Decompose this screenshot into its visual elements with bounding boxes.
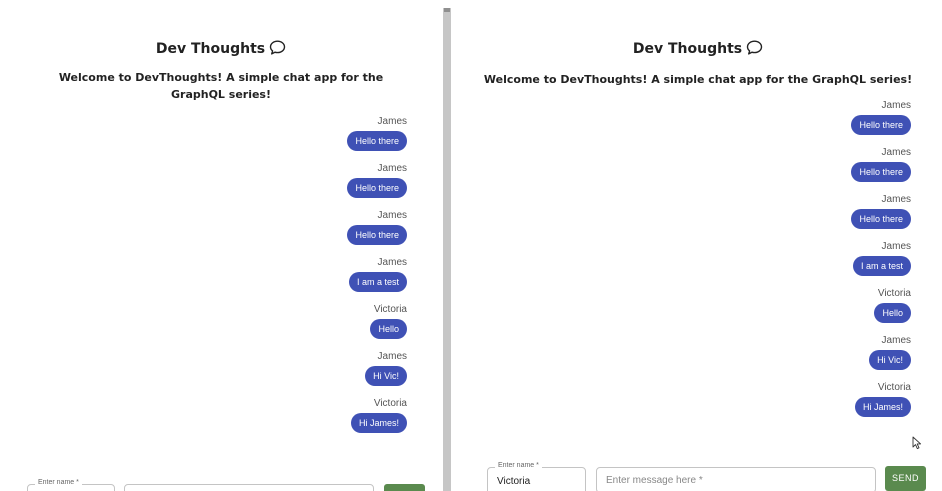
message-placeholder: Enter message here * [606,475,703,486]
message-bubble: Hi Vic! [365,366,407,386]
message-input[interactable]: Enter message here * [596,467,876,491]
page-title: Dev Thoughts [0,40,442,57]
message-author: James [881,194,911,205]
message-item: James Hello there [347,210,407,245]
message-author: James [377,163,407,174]
message-bubble: Hello there [347,225,407,245]
chat-bubble-icon [746,40,763,55]
message-author: James [881,335,911,346]
name-field-label: Enter name * [35,479,82,486]
message-author: James [377,351,407,362]
welcome-text: Welcome to DevThoughts! A simple chat ap… [483,73,913,86]
name-field[interactable]: Enter name * [27,479,115,491]
message-bubble: Hello there [347,178,407,198]
chat-bubble-icon [269,40,286,55]
message-author: James [881,241,911,252]
message-bubble: Hello there [851,209,911,229]
message-item: James Hi Vic! [365,351,407,386]
message-author: James [881,100,911,111]
message-item: Victoria Hi James! [854,382,911,417]
welcome-text: Welcome to DevThoughts! A simple chat ap… [58,71,384,101]
name-field[interactable]: Enter name * Victoria [487,462,586,491]
title-text: Dev Thoughts [632,41,743,57]
right-chat-window: Dev Thoughts Welcome to DevThoughts! A s… [454,0,942,491]
message-author: Victoria [373,304,407,315]
message-bubble: I am a test [348,272,407,292]
window-divider [442,0,454,491]
message-item: Victoria Hello [874,288,911,323]
message-item: James Hello there [851,147,911,182]
left-chat-window: Dev Thoughts Welcome to DevThoughts! A s… [0,0,442,491]
message-author: Victoria [877,382,911,393]
message-bubble: Hello there [851,162,911,182]
page-title: Dev Thoughts [454,40,942,57]
message-author: James [377,210,407,221]
message-bubble: Hi James! [350,413,407,433]
message-input[interactable] [124,484,374,491]
message-bubble: Hello [874,303,911,323]
send-button[interactable] [384,484,425,491]
scrollbar[interactable] [443,8,451,491]
message-item: James Hello there [347,116,407,151]
message-bubble: Hello there [347,131,407,151]
message-item: James Hello there [851,100,911,135]
message-bubble: Hello there [851,115,911,135]
message-item: James Hi Vic! [869,335,911,370]
message-item: James Hello there [347,163,407,198]
message-author: James [881,147,911,158]
title-text: Dev Thoughts [155,41,266,57]
name-field-value[interactable]: Victoria [497,476,530,487]
name-field-label: Enter name * [495,462,542,469]
message-bubble: Hello [370,319,407,339]
message-bubble: Hi James! [854,397,911,417]
message-author: James [377,257,407,268]
message-author: Victoria [373,398,407,409]
message-author: James [377,116,407,127]
message-bubble: I am a test [852,256,911,276]
message-item: James I am a test [348,257,407,292]
send-button[interactable]: SEND [885,466,926,491]
message-item: James I am a test [852,241,911,276]
mouse-pointer-icon [912,436,922,450]
message-item: James Hello there [851,194,911,229]
scrollbar-thumb-cap[interactable] [444,8,450,12]
message-author: Victoria [877,288,911,299]
message-item: Victoria Hello [370,304,407,339]
message-item: Victoria Hi James! [350,398,407,433]
message-bubble: Hi Vic! [869,350,911,370]
